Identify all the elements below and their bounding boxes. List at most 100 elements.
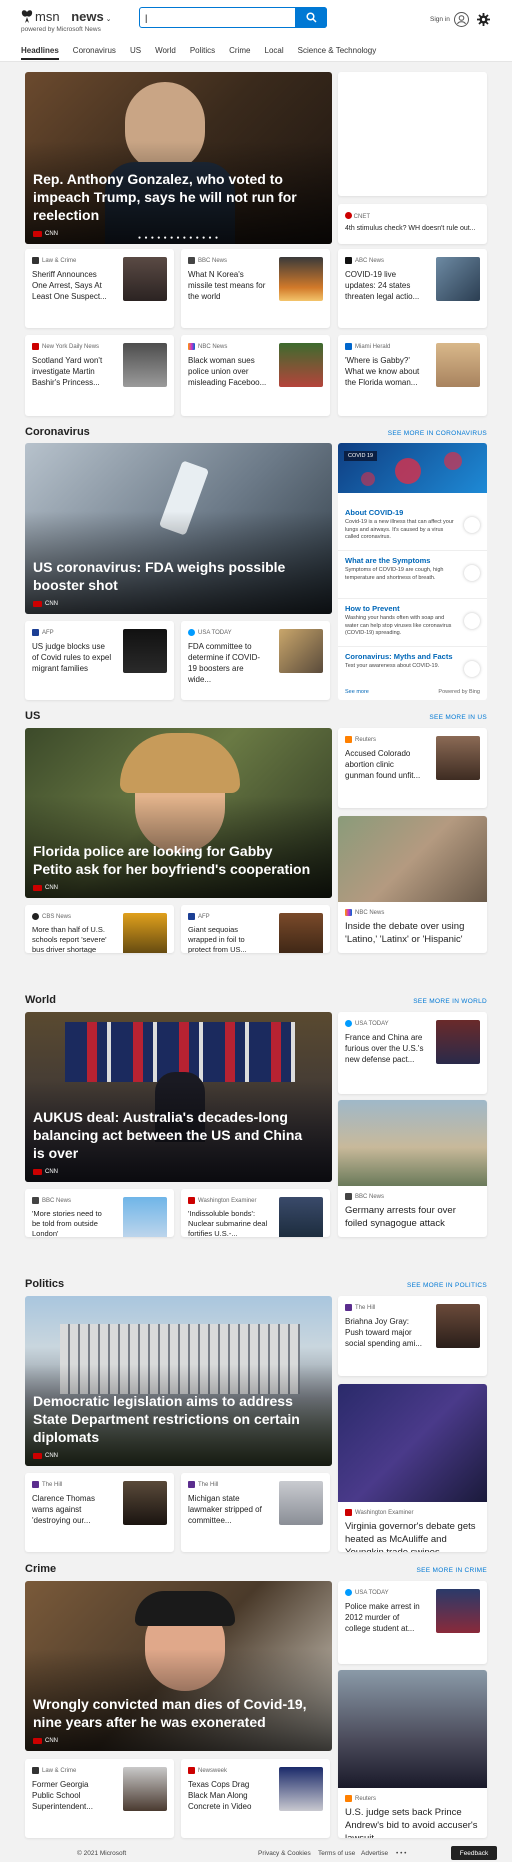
covid-see-more[interactable]: See more bbox=[345, 689, 369, 695]
search-input[interactable] bbox=[140, 8, 290, 28]
story-card-large[interactable]: BBC News Germany arrests four over foile… bbox=[338, 1100, 487, 1237]
msn-logo[interactable]: msn news ⌄ powered by Microsoft News bbox=[21, 9, 112, 33]
section-title-crime: Crime bbox=[25, 1563, 57, 1575]
hero-story[interactable]: US coronavirus: FDA weighs possible boos… bbox=[25, 443, 332, 614]
tab-politics[interactable]: Politics bbox=[190, 46, 215, 60]
story-card[interactable]: The Hill Michigan state lawmaker strippe… bbox=[181, 1473, 330, 1552]
story-card[interactable]: The Hill Briahna Joy Gray: Push toward m… bbox=[338, 1296, 487, 1376]
story-card[interactable]: CBS News More than half of U.S. schools … bbox=[25, 905, 174, 953]
nbc-icon bbox=[188, 343, 195, 350]
advertise-link[interactable]: Advertise bbox=[361, 1850, 388, 1857]
story-card[interactable]: USA TODAY France and China are furious o… bbox=[338, 1012, 487, 1094]
story-card[interactable]: AFP US judge blocks use of Covid rules t… bbox=[25, 621, 174, 700]
thumbnail bbox=[436, 1304, 480, 1348]
hero-source: CNN bbox=[33, 1169, 58, 1175]
hero-story[interactable]: Democratic legislation aims to address S… bbox=[25, 1296, 332, 1466]
see-more-politics[interactable]: SEE MORE IN POLITICS bbox=[407, 1282, 487, 1289]
carousel-dots[interactable]: ● ● ● ● ● ● ● ● ● ● ● ● ● bbox=[25, 235, 332, 241]
story-card[interactable]: USA TODAY FDA committee to determine if … bbox=[181, 621, 330, 700]
story-card[interactable]: Law & Crime Sheriff Announces One Arrest… bbox=[25, 249, 174, 328]
terms-link[interactable]: Terms of use bbox=[318, 1850, 355, 1857]
hero-title: Florida police are looking for Gabby Pet… bbox=[33, 843, 311, 877]
tab-local[interactable]: Local bbox=[265, 46, 284, 60]
nydn-icon bbox=[32, 343, 39, 350]
usa-today-icon bbox=[188, 629, 195, 636]
story-card[interactable]: Miami Herald 'Where is Gabby?' What we k… bbox=[338, 335, 487, 416]
thumbnail bbox=[123, 257, 167, 301]
story-card[interactable]: Law & Crime Former Georgia Public School… bbox=[25, 1759, 174, 1838]
see-more-coronavirus[interactable]: SEE MORE IN CORONAVIRUS bbox=[388, 430, 487, 437]
thumbnail bbox=[436, 1020, 480, 1064]
hero-story[interactable]: Florida police are looking for Gabby Pet… bbox=[25, 728, 332, 898]
search-box[interactable] bbox=[139, 7, 327, 28]
side-story-title: 4th stimulus check? WH doesn't rule out.… bbox=[345, 225, 476, 232]
tab-headlines[interactable]: Headlines bbox=[21, 46, 59, 60]
privacy-link[interactable]: Privacy & Cookies bbox=[258, 1850, 311, 1857]
covid-item-myths[interactable]: Coronavirus: Myths and Facts Test your aw… bbox=[338, 647, 487, 695]
story-card[interactable]: Washington Examiner 'Indissoluble bonds'… bbox=[181, 1189, 330, 1237]
tab-crime[interactable]: Crime bbox=[229, 46, 250, 60]
covid-banner: COVID 19 bbox=[338, 443, 487, 493]
see-more-us[interactable]: SEE MORE IN US bbox=[429, 714, 487, 721]
story-card[interactable]: Newsweek Texas Cops Drag Black Man Along… bbox=[181, 1759, 330, 1838]
cnn-logo-icon bbox=[33, 1738, 42, 1744]
see-more-world[interactable]: SEE MORE IN WORLD bbox=[413, 998, 487, 1005]
powered-by-bing: Powered by Bing bbox=[438, 689, 480, 695]
more-options-icon[interactable]: • • • bbox=[396, 1850, 406, 1857]
thumbnail bbox=[279, 343, 323, 387]
nbc-icon bbox=[345, 909, 352, 916]
gear-icon[interactable] bbox=[477, 13, 490, 26]
footer: © 2021 Microsoft Privacy & Cookies Terms… bbox=[0, 1846, 512, 1862]
feedback-button[interactable]: Feedback bbox=[451, 1846, 497, 1860]
side-story[interactable]: CNET 4th stimulus check? WH doesn't rule… bbox=[338, 204, 487, 244]
info-icon bbox=[464, 517, 480, 533]
tab-science-technology[interactable]: Science & Technology bbox=[298, 46, 377, 60]
hero-story[interactable]: Wrongly convicted man dies of Covid-19, … bbox=[25, 1581, 332, 1751]
hero-story[interactable]: AUKUS deal: Australia's decades-long bal… bbox=[25, 1012, 332, 1182]
sign-in-link[interactable]: Sign in bbox=[430, 16, 450, 23]
section-title-us: US bbox=[25, 710, 41, 722]
tab-coronavirus[interactable]: Coronavirus bbox=[73, 46, 116, 60]
story-image bbox=[338, 1384, 487, 1502]
hero-title: US coronavirus: FDA weighs possible boos… bbox=[33, 559, 286, 593]
thumbnail bbox=[123, 629, 167, 673]
tab-world[interactable]: World bbox=[155, 46, 176, 60]
thumbnail bbox=[279, 1197, 323, 1237]
hero-title: AUKUS deal: Australia's decades-long bal… bbox=[33, 1109, 303, 1161]
chevron-down-icon[interactable]: ⌄ bbox=[104, 16, 112, 23]
search-button[interactable] bbox=[295, 7, 327, 28]
story-card[interactable]: The Hill Clarence Thomas warns against '… bbox=[25, 1473, 174, 1552]
the-hill-icon bbox=[32, 1481, 39, 1488]
story-card[interactable]: NBC News Black woman sues police union o… bbox=[181, 335, 330, 416]
hero-title: Wrongly convicted man dies of Covid-19, … bbox=[33, 1696, 307, 1730]
cnet-icon bbox=[345, 212, 352, 219]
abc-icon bbox=[345, 257, 352, 264]
story-card-large[interactable]: Washington Examiner Virginia governor's … bbox=[338, 1384, 487, 1552]
the-hill-icon bbox=[188, 1481, 195, 1488]
news-section-title[interactable]: news bbox=[71, 9, 104, 24]
law-crime-icon bbox=[32, 257, 39, 264]
hero-title: Rep. Anthony Gonzalez, who voted to impe… bbox=[33, 171, 297, 223]
story-card[interactable]: Reuters Accused Colorado abortion clinic… bbox=[338, 728, 487, 808]
tab-us[interactable]: US bbox=[130, 46, 141, 60]
story-card[interactable]: New York Daily News Scotland Yard won't … bbox=[25, 335, 174, 416]
covid-item-about[interactable]: About COVID-19 Covid-19 is a new illness … bbox=[338, 503, 487, 551]
washington-examiner-icon bbox=[188, 1197, 195, 1204]
story-card[interactable]: USA TODAY Police make arrest in 2012 mur… bbox=[338, 1581, 487, 1664]
see-more-crime[interactable]: SEE MORE IN CRIME bbox=[417, 1567, 487, 1574]
avatar[interactable] bbox=[454, 12, 469, 27]
story-card[interactable]: BBC News What N Korea's missile test mea… bbox=[181, 249, 330, 328]
story-image bbox=[338, 816, 487, 902]
covid-item-symptoms[interactable]: What are the Symptoms Symptoms of COVID-1… bbox=[338, 551, 487, 599]
hero-story[interactable]: Rep. Anthony Gonzalez, who voted to impe… bbox=[25, 72, 332, 244]
covid-item-prevent[interactable]: How to Prevent Washing your hands often w… bbox=[338, 599, 487, 647]
story-card[interactable]: AFP Giant sequoias wrapped in foil to pr… bbox=[181, 905, 330, 953]
story-card-large[interactable]: NBC News Inside the debate over using 'L… bbox=[338, 816, 487, 953]
thumbnail bbox=[436, 736, 480, 780]
story-card[interactable]: ABC News COVID-19 live updates: 24 state… bbox=[338, 249, 487, 328]
search-icon bbox=[305, 12, 317, 23]
story-card[interactable]: BBC News 'More stories need to be told f… bbox=[25, 1189, 174, 1237]
story-card-large[interactable]: Reuters U.S. judge sets back Prince Andr… bbox=[338, 1670, 487, 1838]
cnn-logo-icon bbox=[33, 885, 42, 891]
hero-source: CNN bbox=[33, 1453, 58, 1459]
